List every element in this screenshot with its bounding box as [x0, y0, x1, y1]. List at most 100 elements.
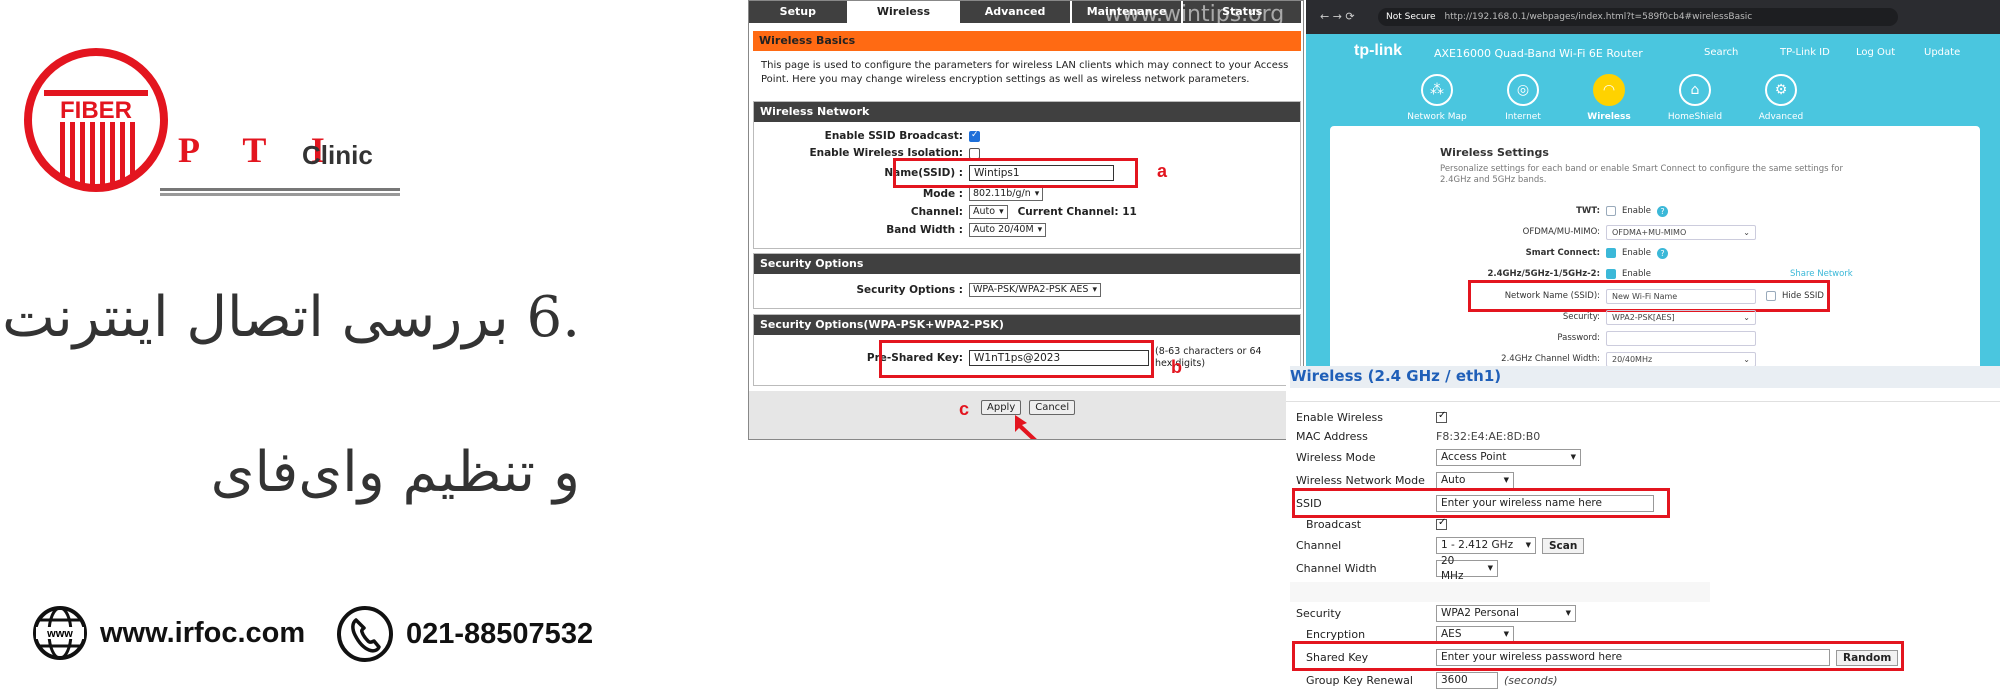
- enable-wireless-checkbox[interactable]: [1436, 410, 1447, 423]
- wireless-mode-select[interactable]: Access Point: [1436, 449, 1581, 466]
- broadcast-checkbox[interactable]: [1436, 517, 1447, 530]
- highlight-ssid: [1292, 488, 1670, 518]
- mode-label: Mode :: [922, 188, 963, 200]
- chevron-down-icon: ⌄: [1743, 227, 1750, 237]
- globe-icon: ◎: [1507, 74, 1539, 106]
- channel-label: Channel:: [910, 206, 963, 218]
- channel-select[interactable]: Auto: [969, 205, 1008, 219]
- channel-width-label: Channel Width: [1296, 562, 1377, 575]
- share-network-link[interactable]: Share Network: [1790, 269, 1853, 279]
- phone-text: 021-88507532: [406, 617, 594, 650]
- nav-wireless[interactable]: ◠ Wireless: [1574, 74, 1644, 122]
- twt-checkbox[interactable]: [1606, 206, 1616, 216]
- wireless-isolation-checkbox[interactable]: [969, 147, 980, 159]
- channel-width-row: Channel Width 20 MHz: [1286, 555, 1498, 582]
- highlight-ssid: [893, 158, 1138, 188]
- scan-button[interactable]: Scan: [1542, 537, 1585, 554]
- address-bar[interactable]: Not Secure http://192.168.0.1/webpages/i…: [1378, 8, 1898, 26]
- browser-nav-icons[interactable]: ← → ⟳: [1320, 10, 1355, 23]
- tab-wireless[interactable]: Wireless: [848, 1, 961, 23]
- mac-row: MAC Address F8:32:E4:AE:8D:B0: [1286, 430, 1540, 443]
- channel-width-label: 2.4GHz Channel Width:: [1501, 354, 1600, 364]
- security-row: Security: WPA2-PSK[AES] ⌄: [1330, 308, 1980, 326]
- highlight-psk: [879, 340, 1154, 378]
- nav-homeshield[interactable]: ⌂ HomeShield: [1660, 74, 1730, 122]
- update-link[interactable]: Update: [1924, 47, 1960, 58]
- mode-row: Mode : 802.11b/g/n: [749, 187, 1044, 201]
- channel-width-value: 20/40MHz: [1612, 354, 1653, 364]
- slide-title-line2: و تنظیم وای‌فای: [210, 440, 580, 505]
- nav-network-map[interactable]: ⁂ Network Map: [1402, 74, 1472, 122]
- nav-network-map-label: Network Map: [1407, 112, 1467, 122]
- wireless-mode-row: Wireless Mode Access Point: [1286, 449, 1581, 466]
- channel-select[interactable]: 1 - 2.412 GHz: [1436, 537, 1536, 554]
- channel-width-select[interactable]: 20/40MHz ⌄: [1606, 351, 1756, 366]
- marker-a: a: [1157, 161, 1168, 181]
- wireless-basics-header: Wireless Basics: [753, 31, 1301, 51]
- search-link[interactable]: Search: [1704, 47, 1738, 58]
- wireless-settings-title: Wireless Settings: [1440, 146, 1549, 159]
- security-options-section: Security Options: [753, 253, 1301, 309]
- marker-c: c: [959, 399, 970, 419]
- wireless-panel-title: Wireless (2.4 GHz / eth1): [1290, 366, 2000, 388]
- phone-contact: 021-88507532: [336, 605, 593, 663]
- bandwidth-select[interactable]: Auto 20/40M: [969, 223, 1047, 237]
- enable-wireless-label: Enable Wireless: [1296, 411, 1383, 424]
- security-row: Security WPA2 Personal: [1286, 605, 1576, 622]
- website-text: www.irfoc.com: [100, 616, 306, 649]
- channel-row: Channel: Auto Current Channel: 11: [749, 205, 1137, 219]
- nav-homeshield-label: HomeShield: [1667, 112, 1723, 122]
- highlight-shared-key: [1292, 641, 1904, 671]
- logo-word-fiber: FIBER: [60, 97, 132, 124]
- nav-advanced-label: Advanced: [1758, 112, 1804, 122]
- help-icon[interactable]: ?: [1656, 247, 1668, 259]
- broadcast-label: Broadcast: [1306, 518, 1362, 531]
- browser-chrome: ← → ⟳ Not Secure http://192.168.0.1/webp…: [1306, 0, 2000, 34]
- band-checkbox[interactable]: [1606, 269, 1616, 279]
- mode-select[interactable]: 802.11b/g/n: [969, 187, 1044, 201]
- enable-wireless-row: Enable Wireless: [1286, 410, 1447, 424]
- network-mode-select[interactable]: Auto: [1436, 472, 1514, 489]
- ofdma-select[interactable]: OFDMA+MU-MIMO ⌄: [1606, 224, 1756, 240]
- password-label: Password:: [1557, 333, 1600, 343]
- channel-width-select[interactable]: 20 MHz: [1436, 555, 1498, 582]
- tplink-id-link[interactable]: TP-Link ID: [1780, 47, 1830, 58]
- wifi-icon: ◠: [1593, 74, 1625, 106]
- chevron-down-icon: ⌄: [1743, 312, 1750, 322]
- band-enable-text: Enable: [1622, 269, 1651, 279]
- ofdma-value: OFDMA+MU-MIMO: [1612, 227, 1687, 237]
- gear-icon: ⚙: [1765, 74, 1797, 106]
- channel-label: Channel: [1296, 539, 1342, 552]
- ssid-broadcast-checkbox[interactable]: [969, 130, 980, 142]
- svg-text:www: www: [46, 628, 73, 640]
- nav-internet[interactable]: ◎ Internet: [1488, 74, 1558, 122]
- logo-word-clinic: Clinic: [302, 140, 373, 170]
- smart-connect-checkbox[interactable]: [1606, 248, 1616, 258]
- chevron-down-icon: ⌄: [1743, 354, 1750, 364]
- security-label: Security:: [1562, 312, 1600, 322]
- router-panel-tplink: ← → ⟳ Not Secure http://192.168.0.1/webp…: [1306, 0, 2000, 366]
- globe-icon: www: [33, 606, 87, 660]
- wireless-settings-card: Wireless Settings Personalize settings f…: [1330, 126, 1980, 366]
- tplink-header: tp-link AXE16000 Quad-Band Wi-Fi 6E Rout…: [1306, 34, 2000, 74]
- encryption-label: Encryption: [1306, 628, 1366, 641]
- password-input[interactable]: [1606, 330, 1756, 346]
- title-underline: [1286, 388, 2000, 402]
- nav-internet-label: Internet: [1505, 112, 1541, 122]
- nav-advanced[interactable]: ⚙ Advanced: [1746, 74, 1816, 122]
- tab-setup[interactable]: Setup: [749, 1, 849, 23]
- security-select[interactable]: WPA2 Personal: [1436, 605, 1576, 622]
- network-mode-row: Wireless Network Mode Auto: [1286, 472, 1514, 489]
- smart-connect-label: Smart Connect:: [1525, 248, 1600, 258]
- band-label: 2.4GHz/5GHz-1/5GHz-2:: [1487, 269, 1601, 279]
- wireless-network-header: Wireless Network: [754, 102, 1300, 122]
- tab-advanced[interactable]: Advanced: [960, 1, 1072, 23]
- wireless-basics-description: This page is used to configure the param…: [761, 60, 1289, 85]
- security-select[interactable]: WPA2-PSK[AES] ⌄: [1606, 309, 1756, 325]
- security-options-select[interactable]: WPA-PSK/WPA2-PSK AES: [969, 283, 1101, 297]
- ssid-broadcast-row: Enable SSID Broadcast:: [749, 130, 980, 142]
- help-icon[interactable]: ?: [1656, 205, 1668, 217]
- logout-link[interactable]: Log Out: [1856, 47, 1895, 58]
- group-key-input[interactable]: 3600: [1436, 672, 1498, 689]
- tplink-logo: tp-link: [1354, 42, 1402, 59]
